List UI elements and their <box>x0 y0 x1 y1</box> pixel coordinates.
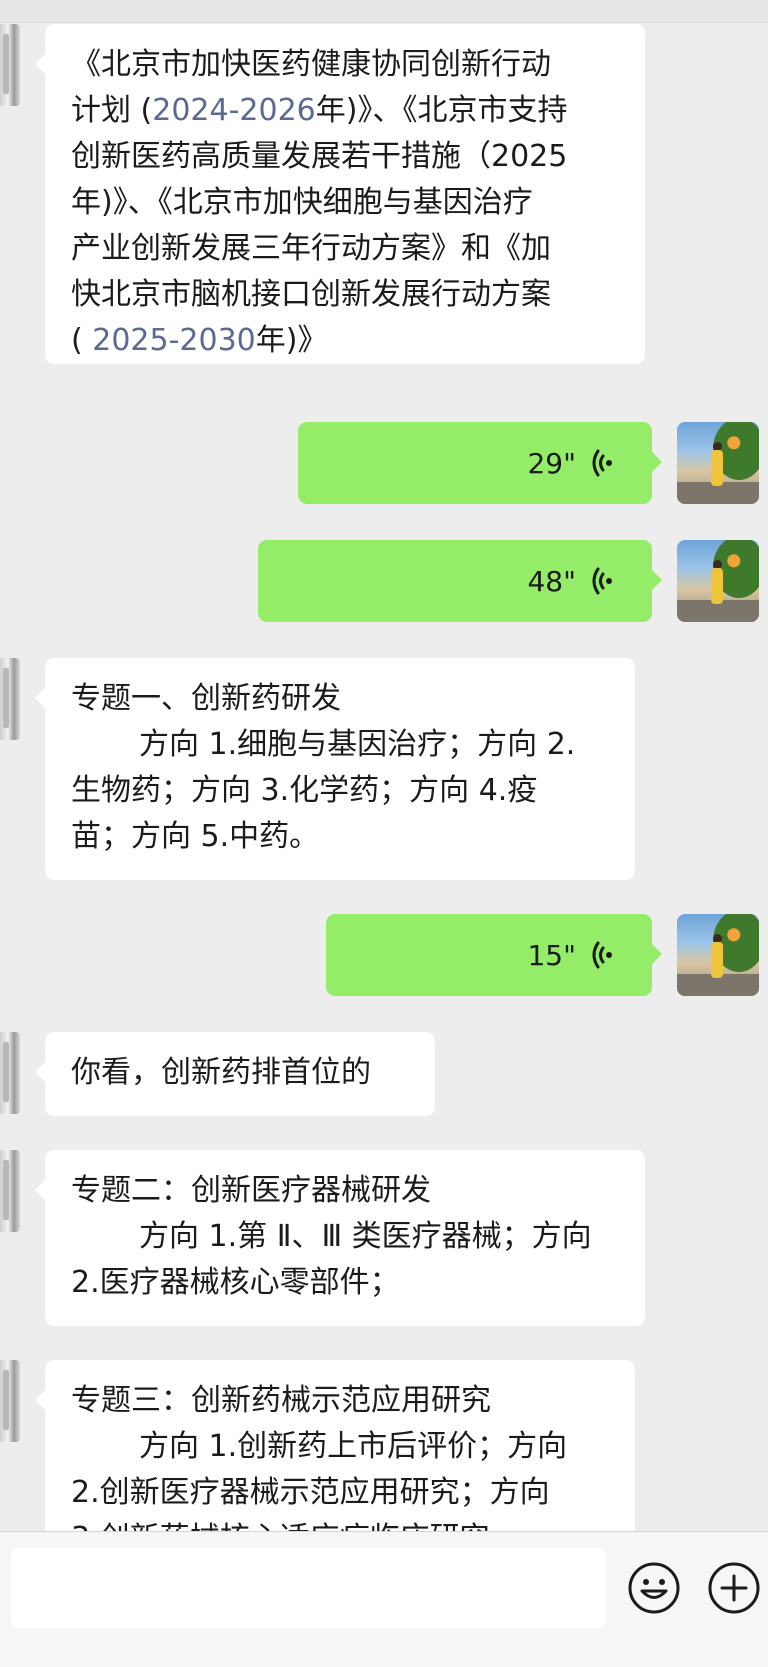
contact-avatar[interactable] <box>0 1150 20 1232</box>
contact-avatar[interactable] <box>0 24 20 106</box>
date-link[interactable]: 2024-2026 <box>152 93 316 128</box>
message-text: 专题二：创新医疗器械研发 方向 1.第 Ⅱ、Ⅲ 类医疗器械；方向 2.医疗器械核… <box>71 1173 592 1300</box>
message-bubble[interactable]: 专题二：创新医疗器械研发 方向 1.第 Ⅱ、Ⅲ 类医疗器械；方向 2.医疗器械核… <box>35 1150 645 1326</box>
plus-circle-icon[interactable] <box>706 1560 762 1616</box>
my-avatar[interactable] <box>677 914 759 996</box>
voice-message[interactable]: 48" <box>258 540 662 622</box>
voice-wave-icon <box>592 941 612 969</box>
contact-avatar[interactable] <box>0 1032 20 1114</box>
message-input[interactable] <box>11 1548 606 1628</box>
message-bubble[interactable]: 你看，创新药排首位的 <box>35 1032 435 1116</box>
message-bubble[interactable]: 专题一、创新药研发 方向 1.细胞与基因治疗；方向 2. 生物药；方向 3.化学… <box>35 658 635 880</box>
status-bar-edge <box>0 0 768 23</box>
message-text: 专题一、创新药研发 方向 1.细胞与基因治疗；方向 2. 生物药；方向 3.化学… <box>71 681 576 854</box>
message-bubble[interactable]: 《北京市加快医药健康协同创新行动 计划 (2024-2026年)》、《北京市支持… <box>35 24 645 364</box>
message-text: 《北京市加快医药健康协同创新行动 计划 (2024-2026年)》、《北京市支持… <box>71 47 568 358</box>
message-text: 你看，创新药排首位的 <box>71 1055 371 1090</box>
my-avatar[interactable] <box>677 540 759 622</box>
voice-duration: 15" <box>527 938 576 972</box>
my-avatar[interactable] <box>677 422 759 504</box>
voice-duration: 48" <box>527 564 576 598</box>
contact-avatar[interactable] <box>0 1360 20 1442</box>
date-link[interactable]: 2025-2030 <box>92 323 256 358</box>
chat-input-bar <box>0 1531 768 1667</box>
voice-message[interactable]: 15" <box>326 914 662 996</box>
voice-wave-icon <box>592 449 612 477</box>
emoji-icon[interactable] <box>626 1560 682 1616</box>
voice-duration: 29" <box>527 446 576 480</box>
contact-avatar[interactable] <box>0 658 20 740</box>
voice-message[interactable]: 29" <box>298 422 662 504</box>
voice-wave-icon <box>592 567 612 595</box>
